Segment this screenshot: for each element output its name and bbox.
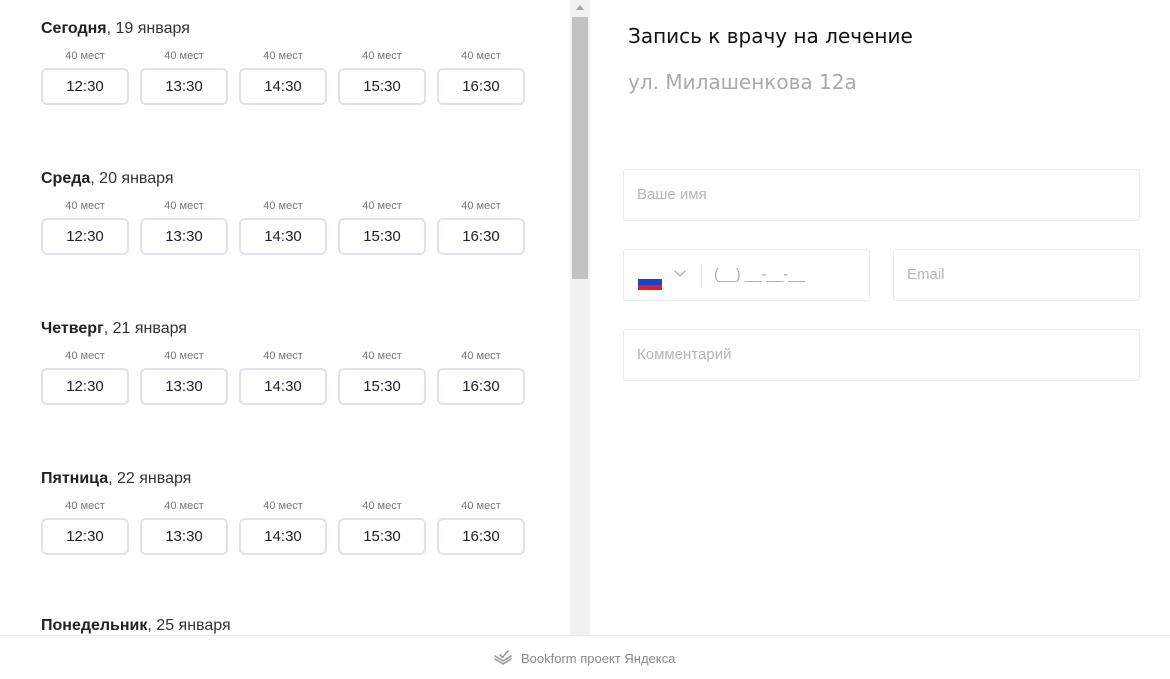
time-slot: 40 мест 12:30 <box>41 350 129 405</box>
slot-seats-count: 40 мест <box>362 50 402 62</box>
slot-time-button[interactable]: 14:30 <box>239 368 327 405</box>
slot-time-button[interactable]: 15:30 <box>338 218 426 255</box>
time-slot: 40 мест 15:30 <box>338 500 426 555</box>
time-slot: 40 мест 16:30 <box>437 350 525 405</box>
slot-seats-count: 40 мест <box>65 350 105 362</box>
slot-seats-count: 40 мест <box>362 350 402 362</box>
slot-time-button[interactable]: 14:30 <box>239 68 327 105</box>
slot-seats-count: 40 мест <box>164 50 204 62</box>
day-title: Среда, 20 января <box>41 170 174 188</box>
bookform-logo-icon <box>494 650 512 665</box>
day-group: Пятница, 22 января 40 мест 12:30 40 мест 1… <box>41 470 525 555</box>
day-date: , 20 января <box>90 170 174 187</box>
schedule-scrollbar[interactable] <box>570 0 590 635</box>
slot-seats-count: 40 мест <box>461 200 501 212</box>
slot-seats-count: 40 мест <box>65 500 105 512</box>
slot-seats-count: 40 мест <box>461 50 501 62</box>
time-slot: 40 мест 16:30 <box>437 50 525 105</box>
slot-seats-count: 40 мест <box>164 200 204 212</box>
phone-field[interactable]: (__) __-__-__ <box>623 249 870 301</box>
slot-time-button[interactable]: 16:30 <box>437 518 525 555</box>
time-slot: 40 мест 13:30 <box>140 500 228 555</box>
schedule-panel: Сегодня, 19 января 40 мест 12:30 40 мест 1… <box>0 0 570 635</box>
slot-seats-count: 40 мест <box>164 350 204 362</box>
booking-form: Запись к врачу на лечение ул. Милашенков… <box>590 0 1170 635</box>
day-title: Понедельник, 25 января <box>41 617 231 635</box>
day-weekday: Четверг <box>41 320 104 337</box>
time-slot: 40 мест 14:30 <box>239 500 327 555</box>
slot-time-button[interactable]: 12:30 <box>41 368 129 405</box>
slot-time-button[interactable]: 15:30 <box>338 518 426 555</box>
time-slot: 40 мест 15:30 <box>338 50 426 105</box>
slot-time-button[interactable]: 13:30 <box>140 68 228 105</box>
day-title: Четверг, 21 января <box>41 320 187 338</box>
time-slot: 40 мест 16:30 <box>437 500 525 555</box>
day-weekday: Сегодня <box>41 20 107 37</box>
day-date: , 22 января <box>108 470 192 487</box>
day-group: Четверг, 21 января 40 мест 12:30 40 мест 1… <box>41 320 525 405</box>
slot-time-button[interactable]: 16:30 <box>437 218 525 255</box>
slot-time-button[interactable]: 13:30 <box>140 218 228 255</box>
day-group: Сегодня, 19 января 40 мест 12:30 40 мест 1… <box>41 20 525 105</box>
day-weekday: Пятница <box>41 470 109 487</box>
slot-time-button[interactable]: 15:30 <box>338 68 426 105</box>
slot-time-button[interactable]: 14:30 <box>239 218 327 255</box>
scroll-up-arrow-icon[interactable] <box>576 5 584 10</box>
russia-flag-icon[interactable] <box>638 274 662 290</box>
time-slot: 40 мест 12:30 <box>41 200 129 255</box>
slot-seats-count: 40 мест <box>164 500 204 512</box>
slot-seats-count: 40 мест <box>461 500 501 512</box>
time-slot: 40 мест 16:30 <box>437 200 525 255</box>
day-title: Сегодня, 19 января <box>41 20 190 38</box>
slot-time-button[interactable]: 14:30 <box>239 518 327 555</box>
slot-seats-count: 40 мест <box>263 50 303 62</box>
time-slot: 40 мест 12:30 <box>41 50 129 105</box>
day-group: Среда, 20 января 40 мест 12:30 40 мест 13:… <box>41 170 525 255</box>
phone-input[interactable]: (__) __-__-__ <box>714 250 805 300</box>
time-slot: 40 мест 14:30 <box>239 50 327 105</box>
time-slot: 40 мест 14:30 <box>239 200 327 255</box>
form-title: Запись к врачу на лечение <box>628 24 913 48</box>
slot-time-button[interactable]: 16:30 <box>437 368 525 405</box>
time-slot: 40 мест 15:30 <box>338 200 426 255</box>
day-date: , 19 января <box>106 20 190 37</box>
slot-time-button[interactable]: 13:30 <box>140 518 228 555</box>
slot-time-button[interactable]: 12:30 <box>41 518 129 555</box>
slot-seats-count: 40 мест <box>65 200 105 212</box>
time-slot: 40 мест 13:30 <box>140 50 228 105</box>
slot-seats-count: 40 мест <box>263 350 303 362</box>
day-weekday: Понедельник <box>41 617 148 634</box>
email-field[interactable]: Email <box>893 249 1140 301</box>
scrollbar-thumb[interactable] <box>572 17 588 279</box>
day-weekday: Среда <box>41 170 91 187</box>
slot-seats-count: 40 мест <box>65 50 105 62</box>
slot-time-button[interactable]: 16:30 <box>437 68 525 105</box>
slot-seats-count: 40 мест <box>362 200 402 212</box>
comment-field[interactable]: Комментарий <box>623 329 1140 381</box>
day-group: Понедельник, 25 января <box>41 617 231 635</box>
slot-seats-count: 40 мест <box>362 500 402 512</box>
footer-text[interactable]: Bookform проект Яндекса <box>521 651 675 666</box>
slot-time-button[interactable]: 15:30 <box>338 368 426 405</box>
time-slot: 40 мест 13:30 <box>140 350 228 405</box>
slot-time-button[interactable]: 12:30 <box>41 218 129 255</box>
form-address: ул. Милашенкова 12а <box>628 70 857 94</box>
chevron-down-icon[interactable] <box>674 265 686 277</box>
phone-divider <box>701 264 702 288</box>
day-date: , 25 января <box>147 617 231 634</box>
slot-seats-count: 40 мест <box>461 350 501 362</box>
time-slot: 40 мест 13:30 <box>140 200 228 255</box>
slot-time-button[interactable]: 12:30 <box>41 68 129 105</box>
day-title: Пятница, 22 января <box>41 470 191 488</box>
slot-time-button[interactable]: 13:30 <box>140 368 228 405</box>
name-field[interactable]: Ваше имя <box>623 169 1140 221</box>
footer-branding[interactable]: Bookform проект Яндекса <box>493 648 675 668</box>
time-slot: 40 мест 12:30 <box>41 500 129 555</box>
time-slot: 40 мест 14:30 <box>239 350 327 405</box>
day-date: , 21 января <box>103 320 187 337</box>
footer: Bookform проект Яндекса <box>0 635 1170 679</box>
slot-seats-count: 40 мест <box>263 500 303 512</box>
slot-seats-count: 40 мест <box>263 200 303 212</box>
time-slot: 40 мест 15:30 <box>338 350 426 405</box>
